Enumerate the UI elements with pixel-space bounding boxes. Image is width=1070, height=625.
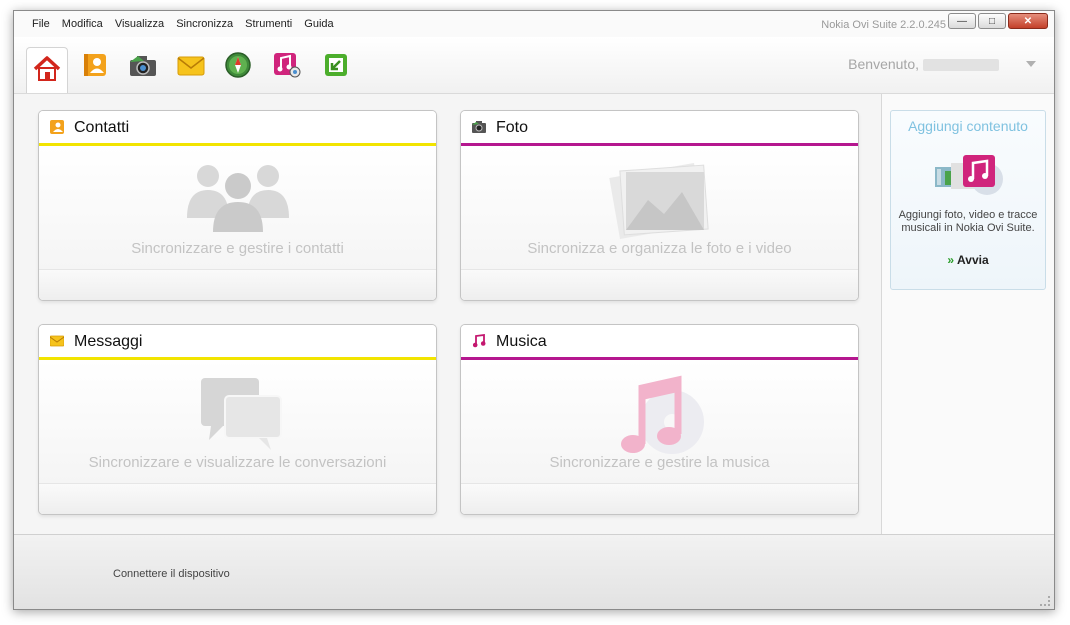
music-panel-description: Sincronizzare e gestire la musica <box>549 454 770 471</box>
add-content-media-icon <box>935 155 1003 195</box>
sync-icon <box>325 54 347 76</box>
camera-small-icon <box>472 121 486 133</box>
status-area: Connettere il dispositivo <box>14 534 1054 609</box>
account-dropdown-icon[interactable] <box>1026 61 1036 67</box>
menu-visualizza[interactable]: Visualizza <box>115 18 164 30</box>
welcome-text: Benvenuto, <box>848 56 999 72</box>
double-chevron-right-icon: » <box>947 253 955 267</box>
music-panel-footer <box>461 483 858 514</box>
contacts-button[interactable] <box>78 49 112 81</box>
envelope-small-icon <box>50 335 64 347</box>
music-button[interactable] <box>270 49 304 81</box>
photos-panel[interactable]: Foto Sincronizza e organizza le foto e i… <box>460 110 859 301</box>
menu-guida[interactable]: Guida <box>304 18 333 30</box>
contacts-panel[interactable]: Contatti Sincronizzare e gestire i conta… <box>38 110 437 301</box>
avvia-label: Avvia <box>957 253 989 267</box>
messages-panel-footer <box>39 483 436 514</box>
photos-panel-header: Foto <box>461 111 858 143</box>
photos-panel-title: Foto <box>496 119 529 136</box>
menu-strumenti[interactable]: Strumenti <box>245 18 292 30</box>
add-content-box: Aggiungi contenuto Aggiungi foto, video … <box>890 110 1046 290</box>
username-redacted <box>923 59 999 72</box>
avvia-link[interactable]: » Avvia <box>891 253 1045 267</box>
close-button[interactable]: ✕ <box>1008 13 1048 29</box>
contacts-small-icon <box>50 120 64 134</box>
music-icon <box>274 53 301 78</box>
contacts-panel-footer <box>39 269 436 300</box>
sync-button[interactable] <box>319 49 353 81</box>
contacts-icon <box>84 54 106 76</box>
toolbar: Benvenuto, <box>14 37 1054 94</box>
window-controls: — □ ✕ <box>946 13 1048 29</box>
photos-panel-description: Sincronizza e organizza le foto e i vide… <box>527 240 792 257</box>
messages-panel[interactable]: Messaggi Sincronizzare e visualizzare le… <box>38 324 437 515</box>
photos-panel-footer <box>461 269 858 300</box>
photos-button[interactable] <box>126 49 160 81</box>
main-area: Contatti Sincronizzare e gestire i conta… <box>14 94 881 534</box>
music-panel-body: Sincronizzare e gestire la musica <box>461 360 858 483</box>
contacts-panel-header: Contatti <box>39 111 436 143</box>
music-panel-title: Musica <box>496 333 547 350</box>
music-note-illustration-icon <box>620 375 704 454</box>
music-panel[interactable]: Musica Sincronizzare e gestire la musica <box>460 324 859 515</box>
app-window: File Modifica Visualizza Sincronizza Str… <box>13 10 1055 610</box>
contacts-panel-title: Contatti <box>74 119 130 136</box>
music-note-small-icon <box>472 334 486 348</box>
messages-panel-title: Messaggi <box>74 333 143 350</box>
add-content-title: Aggiungi contenuto <box>908 118 1028 134</box>
minimize-button[interactable]: — <box>948 13 976 29</box>
welcome-label: Benvenuto, <box>848 56 919 72</box>
resize-grip-icon[interactable] <box>1040 596 1050 606</box>
people-illustration-icon <box>186 165 289 232</box>
messages-icon <box>177 56 205 76</box>
add-content-description: Aggiungi foto, video e tracce musicali i… <box>898 209 1038 234</box>
contacts-panel-body: Sincronizzare e gestire i contatti <box>39 146 436 269</box>
home-icon <box>33 56 61 81</box>
connect-device-text: Connettere il dispositivo <box>113 568 230 580</box>
menu: File Modifica Visualizza Sincronizza Str… <box>32 18 343 30</box>
menu-bar: File Modifica Visualizza Sincronizza Str… <box>14 11 1054 37</box>
home-button[interactable] <box>26 47 68 93</box>
app-title: Nokia Ovi Suite 2.2.0.245 <box>821 19 946 31</box>
chat-bubbles-illustration-icon <box>200 378 282 450</box>
contacts-panel-description: Sincronizzare e gestire i contatti <box>131 240 344 257</box>
messages-button[interactable] <box>174 49 208 81</box>
photos-panel-body: Sincronizza e organizza le foto e i vide… <box>461 146 858 269</box>
photos-icon <box>130 56 156 76</box>
messages-panel-body: Sincronizzare e visualizzare le conversa… <box>39 360 436 483</box>
menu-file[interactable]: File <box>32 18 50 30</box>
photo-stack-illustration-icon <box>608 163 709 239</box>
compass-icon <box>225 52 251 78</box>
messages-panel-description: Sincronizzare e visualizzare le conversa… <box>88 454 387 471</box>
messages-panel-header: Messaggi <box>39 325 436 357</box>
sidebar: Aggiungi contenuto Aggiungi foto, video … <box>881 94 1054 534</box>
menu-modifica[interactable]: Modifica <box>62 18 103 30</box>
menu-sincronizza[interactable]: Sincronizza <box>176 18 233 30</box>
music-panel-header: Musica <box>461 325 858 357</box>
maps-button[interactable] <box>221 49 255 81</box>
maximize-button[interactable]: □ <box>978 13 1006 29</box>
